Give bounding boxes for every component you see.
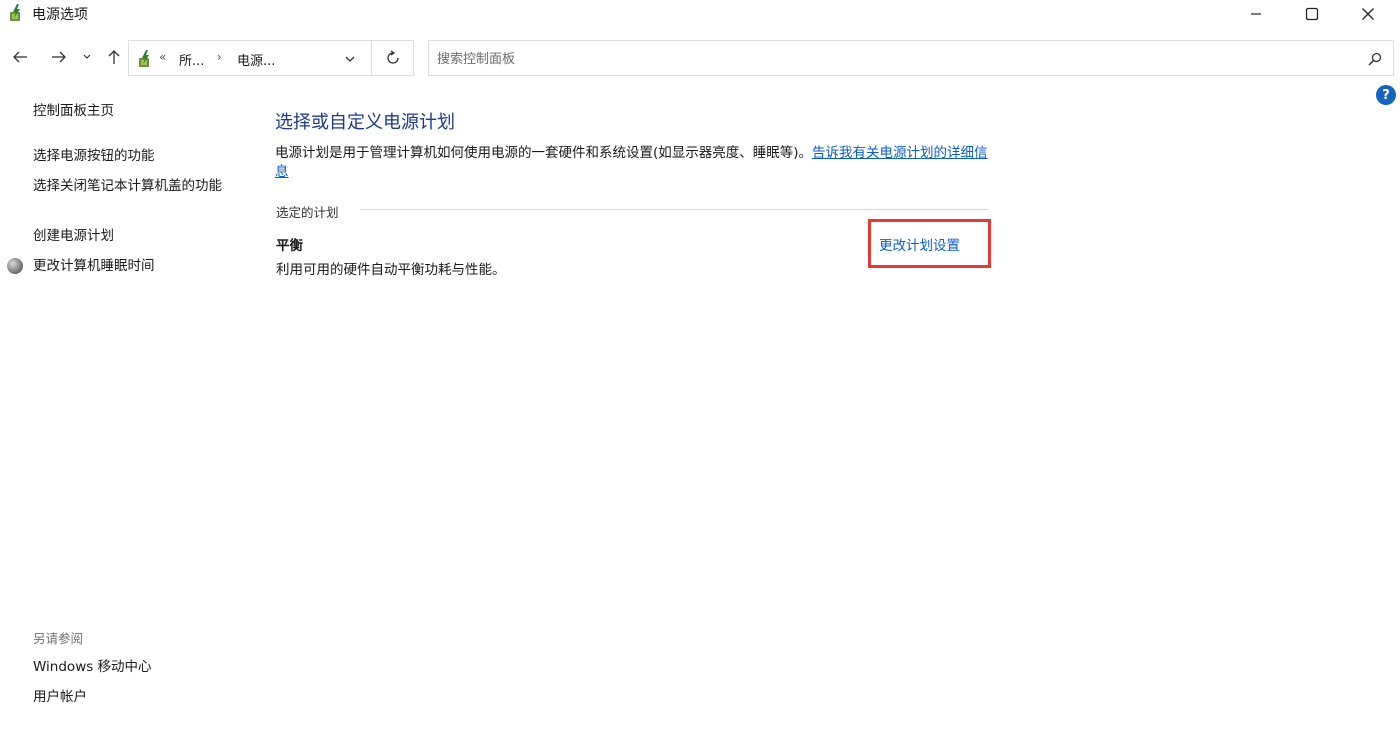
plan-name: 平衡 (276, 238, 303, 254)
search-box[interactable] (428, 40, 1394, 76)
chevron-down-icon[interactable] (343, 53, 357, 65)
change-sleep-time-link[interactable]: 更改计算机睡眠时间 (33, 256, 155, 276)
address-segment-all[interactable]: 所... (179, 50, 204, 69)
arrow-up-icon (108, 50, 120, 64)
help-icon: ? (1382, 87, 1390, 103)
chevron-down-icon (83, 54, 91, 59)
up-button[interactable] (102, 44, 126, 70)
forward-button[interactable] (47, 44, 71, 70)
search-icon[interactable] (1367, 51, 1383, 67)
recent-locations-button[interactable] (78, 44, 96, 70)
address-overflow[interactable]: « (159, 50, 166, 64)
description-text: 电源计划是用于管理计算机如何使用电源的一套硬件和系统设置(如显示器亮度、睡眠等)… (275, 145, 813, 161)
maximize-icon (1305, 7, 1319, 21)
back-button[interactable] (8, 44, 32, 70)
window-title: 电源选项 (32, 7, 88, 23)
minimize-button[interactable] (1228, 0, 1284, 28)
plan-description: 利用可用的硬件自动平衡功耗与性能。 (276, 262, 506, 278)
power-options-icon (10, 4, 20, 21)
page-title: 选择或自定义电源计划 (275, 112, 455, 133)
see-also-heading: 另请参阅 (33, 631, 84, 646)
address-segment-power[interactable]: 电源... (237, 50, 275, 69)
refresh-button[interactable] (372, 40, 414, 76)
create-power-plan-link[interactable]: 创建电源计划 (33, 226, 114, 246)
address-bar[interactable]: « 所... › 电源... (128, 40, 372, 76)
arrow-left-icon (13, 51, 27, 63)
choose-lid-close-link[interactable]: 选择关闭笔记本计算机盖的功能 (33, 176, 238, 196)
control-panel-home-link[interactable]: 控制面板主页 (33, 101, 114, 121)
maximize-button[interactable] (1284, 0, 1340, 28)
selected-plan-heading: 选定的计划 (276, 205, 339, 220)
close-icon (1362, 8, 1374, 20)
highlight-annotation (868, 219, 991, 268)
search-input[interactable] (437, 48, 1337, 70)
help-button[interactable]: ? (1376, 85, 1396, 105)
shield-icon (7, 258, 23, 274)
page-description: 电源计划是用于管理计算机如何使用电源的一套硬件和系统设置(如显示器亮度、睡眠等)… (275, 144, 995, 182)
choose-power-button-link[interactable]: 选择电源按钮的功能 (33, 146, 155, 166)
address-separator[interactable]: › (217, 50, 222, 64)
windows-mobility-center-link[interactable]: Windows 移动中心 (33, 657, 152, 677)
close-button[interactable] (1340, 0, 1396, 28)
navigation-bar: « 所... › 电源... (0, 36, 1400, 78)
power-options-icon (139, 50, 149, 67)
minimize-icon (1251, 13, 1261, 15)
title-bar: 电源选项 (0, 0, 1400, 30)
section-divider (360, 209, 988, 210)
arrow-right-icon (52, 51, 66, 63)
user-accounts-link[interactable]: 用户帐户 (33, 687, 87, 707)
refresh-icon (386, 50, 399, 64)
